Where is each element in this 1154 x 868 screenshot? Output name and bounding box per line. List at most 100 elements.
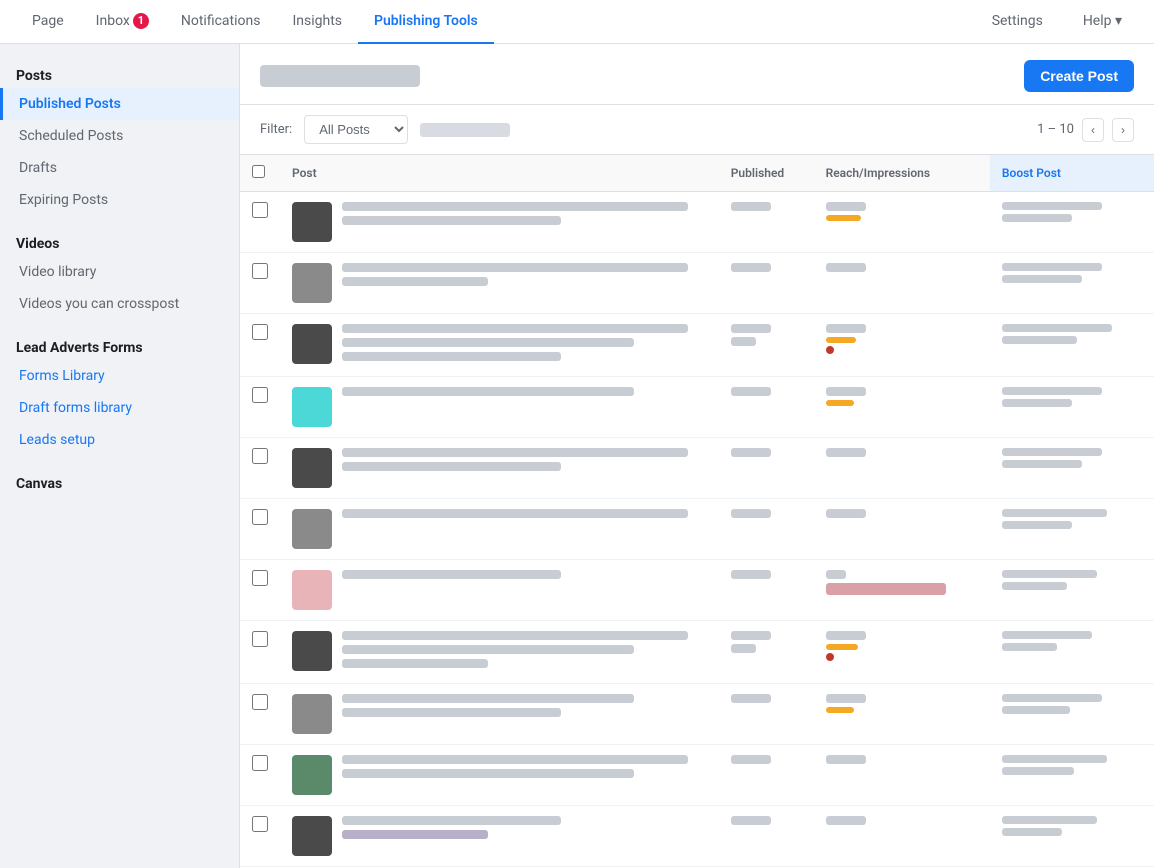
post-cell[interactable] bbox=[280, 253, 719, 314]
reach-val-blurred bbox=[826, 570, 846, 579]
prev-page-button[interactable]: ‹ bbox=[1082, 118, 1104, 142]
post-text-line bbox=[342, 509, 688, 518]
published-cell bbox=[719, 499, 814, 560]
reach-cell bbox=[814, 684, 990, 745]
col-published-header: Published bbox=[719, 155, 814, 192]
reach-cell bbox=[814, 314, 990, 377]
row-checkbox[interactable] bbox=[252, 509, 268, 525]
post-text-line bbox=[342, 645, 634, 654]
post-cell[interactable] bbox=[280, 499, 719, 560]
boost-line bbox=[1002, 828, 1062, 836]
row-checkbox[interactable] bbox=[252, 448, 268, 464]
published-date-blurred bbox=[731, 644, 756, 653]
post-cell[interactable] bbox=[280, 621, 719, 684]
nav-notifications[interactable]: Notifications bbox=[165, 0, 277, 44]
sidebar-item-forms-library[interactable]: Forms Library bbox=[0, 360, 239, 392]
published-date-blurred bbox=[731, 387, 771, 396]
row-checkbox[interactable] bbox=[252, 755, 268, 771]
page-layout: Posts Published Posts Scheduled Posts Dr… bbox=[0, 44, 1154, 868]
boost-line bbox=[1002, 202, 1102, 210]
col-post-header: Post bbox=[280, 155, 719, 192]
post-cell[interactable] bbox=[280, 560, 719, 621]
boost-line bbox=[1002, 509, 1107, 517]
filter-select[interactable]: All Posts Published Scheduled Drafts bbox=[304, 115, 408, 144]
post-text bbox=[342, 509, 707, 523]
table-row bbox=[240, 560, 1154, 621]
reach-cell bbox=[814, 438, 990, 499]
sidebar-item-scheduled-posts[interactable]: Scheduled Posts bbox=[0, 120, 239, 152]
sidebar-item-drafts[interactable]: Drafts bbox=[0, 152, 239, 184]
boost-line bbox=[1002, 521, 1072, 529]
sidebar-item-published-posts[interactable]: Published Posts bbox=[0, 88, 239, 120]
published-date-blurred bbox=[731, 570, 771, 579]
sidebar-item-expiring-posts[interactable]: Expiring Posts bbox=[0, 184, 239, 216]
post-text-line bbox=[342, 277, 488, 286]
sidebar-item-video-library[interactable]: Video library bbox=[0, 256, 239, 288]
post-cell[interactable] bbox=[280, 438, 719, 499]
next-page-button[interactable]: › bbox=[1112, 118, 1134, 142]
table-row bbox=[240, 192, 1154, 253]
post-text-line bbox=[342, 338, 634, 347]
boost-cell bbox=[990, 621, 1154, 684]
boost-line bbox=[1002, 816, 1097, 824]
pagination-info: 1 – 10 ‹ › bbox=[1037, 118, 1134, 142]
row-checkbox[interactable] bbox=[252, 694, 268, 710]
boost-line bbox=[1002, 336, 1077, 344]
row-checkbox[interactable] bbox=[252, 263, 268, 279]
row-checkbox[interactable] bbox=[252, 631, 268, 647]
post-cell[interactable] bbox=[280, 377, 719, 438]
nav-inbox[interactable]: Inbox 1 bbox=[80, 0, 165, 44]
nav-help[interactable]: Help ▾ bbox=[1067, 0, 1138, 44]
row-checkbox[interactable] bbox=[252, 202, 268, 218]
row-checkbox[interactable] bbox=[252, 324, 268, 340]
sidebar-item-videos-crosspost[interactable]: Videos you can crosspost bbox=[0, 288, 239, 320]
select-all-checkbox[interactable] bbox=[252, 165, 265, 178]
table-header: Post Published Reach/Impressions Boost P… bbox=[240, 155, 1154, 192]
published-cell bbox=[719, 684, 814, 745]
published-date-blurred bbox=[731, 337, 756, 346]
published-cell bbox=[719, 438, 814, 499]
published-date-blurred bbox=[731, 263, 771, 272]
row-checkbox-cell bbox=[240, 806, 280, 867]
nav-publishing-tools[interactable]: Publishing Tools bbox=[358, 0, 494, 44]
create-post-button[interactable]: Create Post bbox=[1024, 60, 1134, 92]
main-content: Create Post Filter: All Posts Published … bbox=[240, 44, 1154, 868]
reach-bar-pink bbox=[826, 583, 946, 595]
row-checkbox[interactable] bbox=[252, 570, 268, 586]
table-row bbox=[240, 377, 1154, 438]
sidebar-section-lead-adverts: Lead Adverts Forms bbox=[0, 332, 239, 360]
boost-line bbox=[1002, 263, 1102, 271]
row-checkbox-cell bbox=[240, 745, 280, 806]
sidebar-item-leads-setup[interactable]: Leads setup bbox=[0, 424, 239, 456]
boost-line bbox=[1002, 582, 1067, 590]
boost-cell bbox=[990, 253, 1154, 314]
post-cell[interactable] bbox=[280, 745, 719, 806]
post-text-line bbox=[342, 755, 688, 764]
boost-line bbox=[1002, 755, 1107, 763]
sidebar-item-draft-forms-library[interactable]: Draft forms library bbox=[0, 392, 239, 424]
nav-settings[interactable]: Settings bbox=[976, 0, 1059, 44]
sidebar-section-videos: Videos bbox=[0, 228, 239, 256]
row-checkbox[interactable] bbox=[252, 816, 268, 832]
post-cell[interactable] bbox=[280, 192, 719, 253]
post-text bbox=[342, 448, 707, 476]
page-name-blurred bbox=[260, 65, 420, 87]
row-checkbox-cell bbox=[240, 438, 280, 499]
boost-line bbox=[1002, 706, 1070, 714]
published-cell bbox=[719, 314, 814, 377]
filter-extra-blurred bbox=[420, 123, 510, 137]
boost-cell bbox=[990, 499, 1154, 560]
post-cell[interactable] bbox=[280, 806, 719, 867]
nav-insights[interactable]: Insights bbox=[276, 0, 358, 44]
post-thumbnail bbox=[292, 631, 332, 671]
reach-bar bbox=[826, 400, 854, 406]
boost-line bbox=[1002, 570, 1097, 578]
post-cell[interactable] bbox=[280, 684, 719, 745]
reach-cell bbox=[814, 621, 990, 684]
row-checkbox[interactable] bbox=[252, 387, 268, 403]
reach-bar bbox=[826, 707, 854, 713]
post-cell[interactable] bbox=[280, 314, 719, 377]
table-row bbox=[240, 806, 1154, 867]
boost-line bbox=[1002, 214, 1072, 222]
nav-page[interactable]: Page bbox=[16, 0, 80, 44]
